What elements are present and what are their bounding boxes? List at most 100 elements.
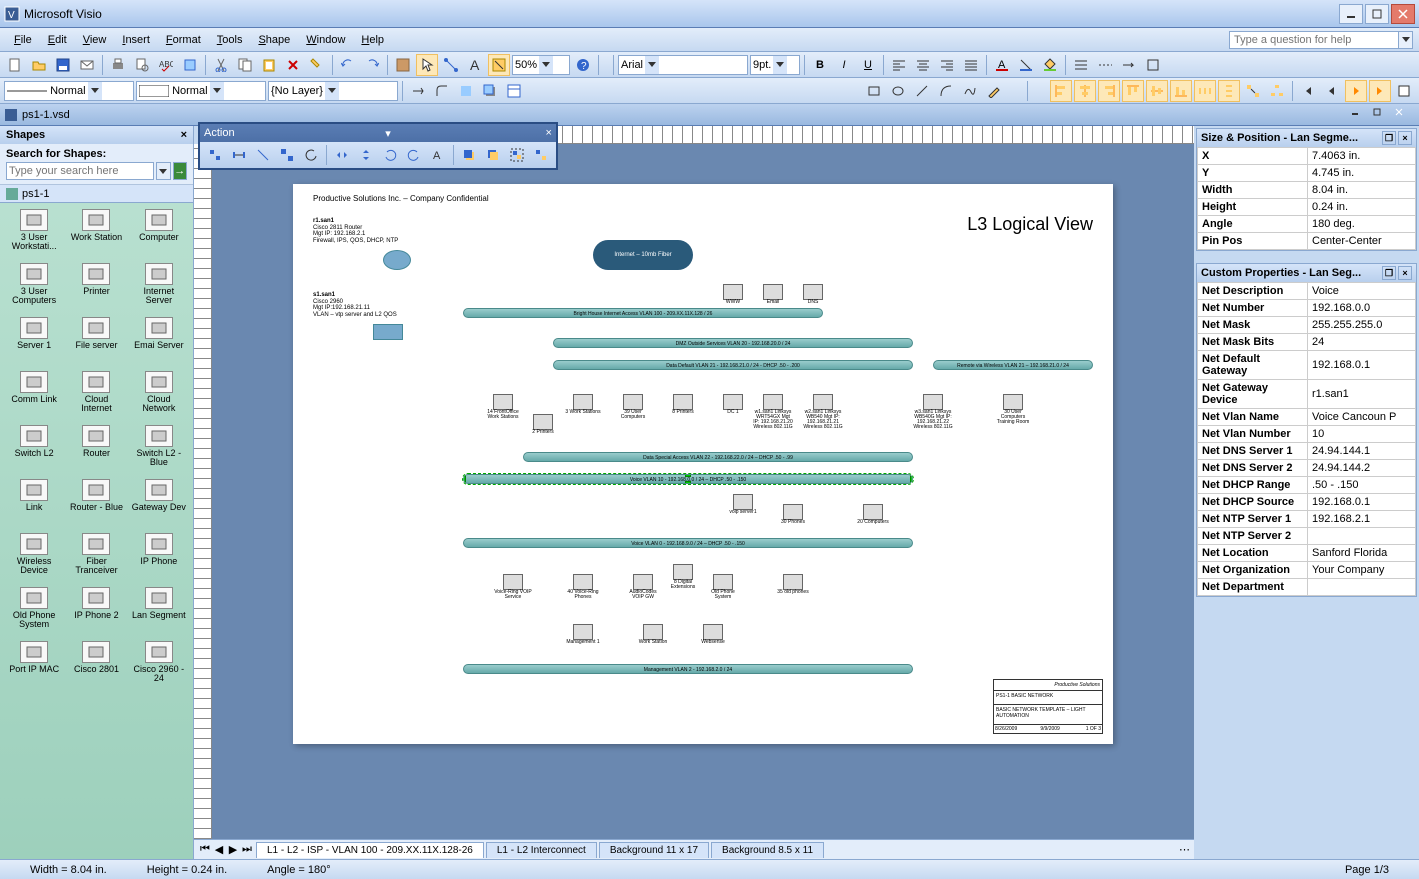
research-button[interactable]: [179, 54, 201, 76]
shape-item[interactable]: Wireless Device: [4, 531, 64, 583]
device-icon[interactable]: 30 User Computers Training Room: [993, 394, 1033, 425]
previous-page-button[interactable]: [1321, 80, 1343, 102]
next-page-button[interactable]: [1345, 80, 1367, 102]
cross-functional-button[interactable]: [503, 80, 525, 102]
switch-icon[interactable]: [373, 324, 403, 340]
property-value[interactable]: 24.94.144.2: [1308, 460, 1416, 477]
shape-item[interactable]: Switch L2: [4, 423, 64, 475]
shape-item[interactable]: Fiber Tranceiver: [66, 531, 126, 583]
property-value[interactable]: [1308, 579, 1416, 596]
page-tab[interactable]: L1 - L2 - ISP - VLAN 100 - 209.XX.11X.12…: [256, 842, 484, 858]
shape-item[interactable]: Router: [66, 423, 126, 475]
property-value[interactable]: 255.255.255.0: [1308, 317, 1416, 334]
property-value[interactable]: 10: [1308, 426, 1416, 443]
action-bring-front-button[interactable]: [458, 144, 480, 166]
property-row[interactable]: Net Mask255.255.255.0: [1198, 317, 1416, 334]
selection-handle[interactable]: [685, 474, 691, 477]
menu-view[interactable]: View: [75, 32, 115, 48]
delete-button[interactable]: [282, 54, 304, 76]
custom-props-restore-button[interactable]: ❐: [1382, 266, 1396, 280]
action-layout-button[interactable]: [276, 144, 298, 166]
property-row[interactable]: Net Default Gateway192.168.0.1: [1198, 351, 1416, 380]
property-value[interactable]: 24: [1308, 334, 1416, 351]
ellipse-tool-button[interactable]: [887, 80, 909, 102]
lan-segment[interactable]: Management VLAN 2 - 192.168.2.0 / 24: [463, 664, 913, 674]
tab-next-button[interactable]: ▶: [226, 842, 240, 858]
property-value[interactable]: 192.168.0.0: [1308, 300, 1416, 317]
shape-item[interactable]: Cisco 2960 - 24: [129, 639, 189, 691]
shape-item[interactable]: 3 User Workstati...: [4, 207, 64, 259]
line-ends-button[interactable]: [1118, 54, 1140, 76]
action-connect-button[interactable]: [252, 144, 274, 166]
router-icon[interactable]: [383, 250, 411, 270]
property-row[interactable]: Net LocationSanford Florida: [1198, 545, 1416, 562]
action-distribute-button[interactable]: [228, 144, 250, 166]
action-flip-v-button[interactable]: [355, 144, 377, 166]
property-row[interactable]: Net OrganizationYour Company: [1198, 562, 1416, 579]
doc-close-button[interactable]: [1395, 107, 1415, 123]
corner-rounding-button[interactable]: [431, 80, 453, 102]
copy-button[interactable]: [234, 54, 256, 76]
distribute-vertical-button[interactable]: [1218, 80, 1240, 102]
shapes-close-icon[interactable]: ×: [181, 129, 187, 141]
menu-tools[interactable]: Tools: [209, 32, 251, 48]
property-value[interactable]: Your Company: [1308, 562, 1416, 579]
custom-props-close-button[interactable]: ×: [1398, 266, 1412, 280]
help-search-input[interactable]: [1229, 31, 1399, 49]
lan-segment[interactable]: Voice VLAN 10 - 192.168.0.0 / 24 – DHCP …: [463, 474, 913, 484]
property-row[interactable]: Net NTP Server 1192.168.2.1: [1198, 511, 1416, 528]
page-tab[interactable]: Background 11 x 17: [599, 842, 709, 858]
property-value[interactable]: 0.24 in.: [1308, 199, 1416, 216]
shape-item[interactable]: Router - Blue: [66, 477, 126, 529]
shape-item[interactable]: Port IP MAC: [4, 639, 64, 691]
font-size-combo[interactable]: 9pt.: [750, 55, 800, 75]
property-value[interactable]: Center-Center: [1308, 233, 1416, 250]
lan-segment[interactable]: DMZ Outside Services VLAN 20 - 192.168.2…: [553, 338, 913, 348]
internet-cloud[interactable]: Internet – 10mb Fiber: [593, 240, 693, 270]
size-pos-restore-button[interactable]: ❐: [1382, 131, 1396, 145]
doc-minimize-button[interactable]: [1351, 107, 1371, 123]
line-color-button[interactable]: [1015, 54, 1037, 76]
menu-format[interactable]: Format: [158, 32, 209, 48]
device-icon[interactable]: w3.san1 Linksys WB540G Mgt IP: 192.168.2…: [913, 394, 953, 430]
page-tab[interactable]: Background 8.5 x 11: [711, 842, 824, 858]
device-icon[interactable]: 2 Printers: [523, 414, 563, 435]
device-icon[interactable]: w2.san1 Linksys WB540 Mgt IP: 192.168.21…: [803, 394, 843, 430]
shape-item[interactable]: Cloud Internet: [66, 369, 126, 421]
property-row[interactable]: Width8.04 in.: [1198, 182, 1416, 199]
device-icon[interactable]: 14 FrontOffice Work Stations: [483, 394, 523, 420]
property-row[interactable]: Net DNS Server 124.94.144.1: [1198, 443, 1416, 460]
shape-item[interactable]: Comm Link: [4, 369, 64, 421]
action-rotate-left-button[interactable]: [379, 144, 401, 166]
last-page-button[interactable]: [1369, 80, 1391, 102]
align-center-button[interactable]: [912, 54, 934, 76]
page-tab[interactable]: L1 - L2 Interconnect: [486, 842, 597, 858]
device-icon[interactable]: 20 Computers: [853, 504, 893, 525]
align-shapes-top-button[interactable]: [1122, 80, 1144, 102]
action-align-button[interactable]: [204, 144, 226, 166]
text-tool-button[interactable]: A: [464, 54, 486, 76]
device-icon[interactable]: AudioCodes VOIP GW: [623, 574, 663, 600]
property-value[interactable]: 192.168.0.1: [1308, 351, 1416, 380]
action-rotate-right-button[interactable]: [403, 144, 425, 166]
shapes-window-button[interactable]: [392, 54, 414, 76]
size-pos-close-button[interactable]: ×: [1398, 131, 1412, 145]
property-value[interactable]: Sanford Florida: [1308, 545, 1416, 562]
action-flip-h-button[interactable]: [331, 144, 353, 166]
shape-item[interactable]: Internet Server: [129, 261, 189, 313]
device-icon[interactable]: WWW: [713, 284, 753, 305]
device-icon[interactable]: 39 User Computers: [613, 394, 653, 420]
property-row[interactable]: Net DNS Server 224.94.144.2: [1198, 460, 1416, 477]
action-rotate-l-button[interactable]: [300, 144, 322, 166]
zoom-combo[interactable]: 50%: [512, 55, 570, 75]
maximize-button[interactable]: [1365, 4, 1389, 24]
device-icon[interactable]: DNS: [793, 284, 833, 305]
action-toolbar[interactable]: Action ▾ × A: [198, 122, 558, 170]
device-icon[interactable]: 3 Work Stations: [563, 394, 603, 415]
property-row[interactable]: Net Department: [1198, 579, 1416, 596]
print-button[interactable]: [107, 54, 129, 76]
tab-last-button[interactable]: ⏭: [240, 842, 254, 858]
shadow-button[interactable]: [479, 80, 501, 102]
shapes-search-drop[interactable]: [156, 162, 171, 180]
device-icon[interactable]: Management 1: [563, 624, 603, 645]
